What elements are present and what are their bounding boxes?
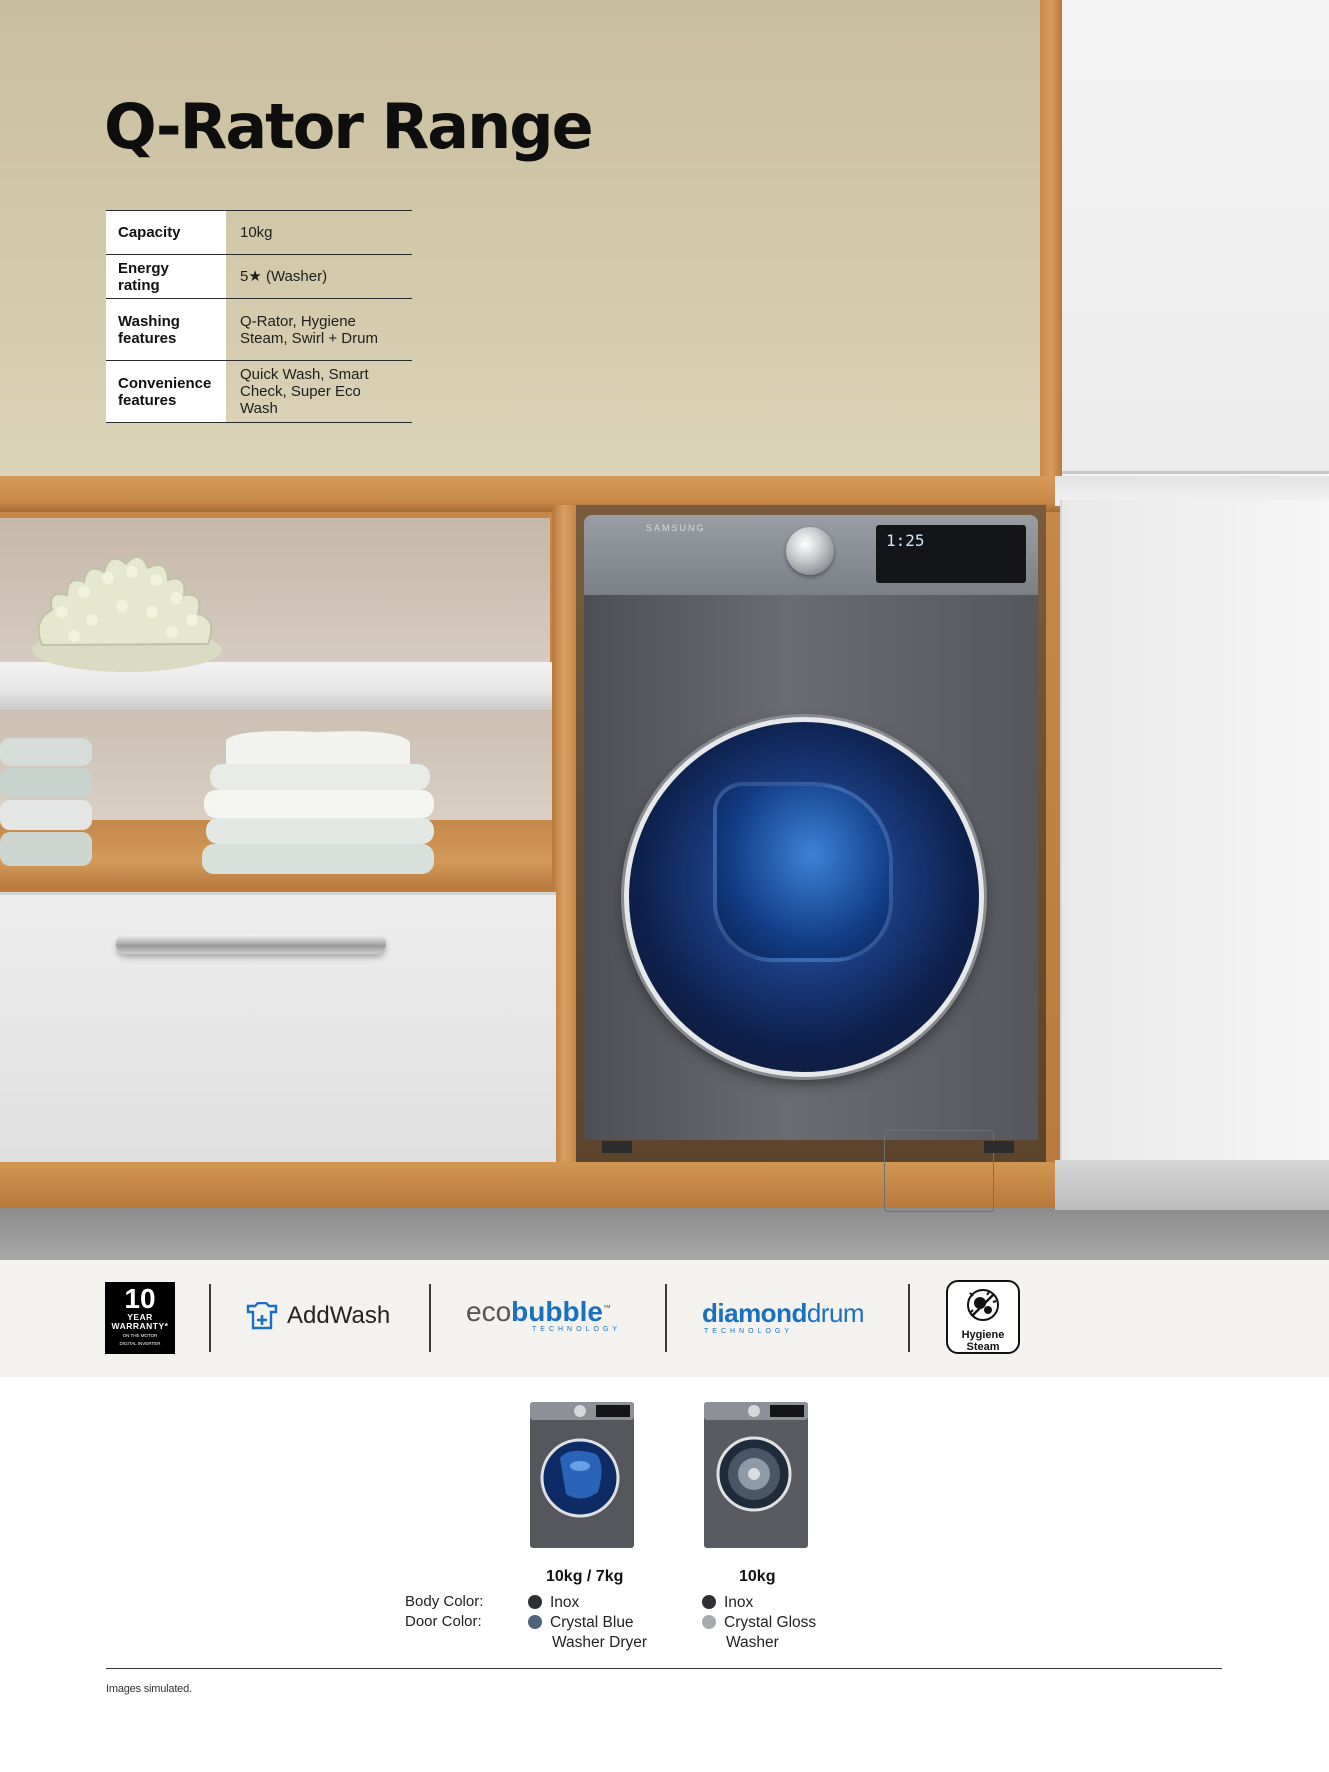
spec-label: Capacity bbox=[106, 210, 226, 255]
trademark: ™ bbox=[602, 1303, 611, 1313]
display-time: 1:25 bbox=[886, 531, 925, 550]
upper-cabinet-door bbox=[1060, 0, 1329, 474]
hygiene-steam-badge: Hygiene Steam bbox=[946, 1280, 1020, 1354]
ecobubble-logo: ecobubble™ TECHNOLOGY bbox=[466, 1296, 621, 1333]
washer-display: 1:25 bbox=[876, 525, 1026, 583]
washer-foot bbox=[602, 1141, 632, 1153]
diamonddrum-sub: TECHNOLOGY bbox=[704, 1328, 794, 1335]
page-title: Q-Rator Range bbox=[104, 90, 594, 163]
washer-control-panel: SAMSUNG 1:25 bbox=[584, 515, 1038, 595]
spec-label: Convenience features bbox=[106, 360, 226, 423]
spec-row: Energy rating 5★ (Washer) bbox=[106, 254, 412, 299]
separator bbox=[209, 1284, 211, 1352]
addwash-label: AddWash bbox=[287, 1302, 391, 1329]
body-color-value: Inox bbox=[550, 1594, 580, 1611]
spec-label: Energy rating bbox=[106, 254, 226, 299]
diamonddrum-logo: diamonddrum TECHNOLOGY bbox=[702, 1298, 865, 1335]
washer-thumbnail bbox=[704, 1402, 808, 1548]
door-color-option: Crystal Blue bbox=[528, 1613, 634, 1633]
filter-cover bbox=[884, 1130, 994, 1212]
door-color-value: Crystal Blue bbox=[550, 1614, 634, 1631]
washer-door bbox=[624, 717, 984, 1077]
floor bbox=[0, 1208, 1329, 1260]
body-color-option: Inox bbox=[528, 1593, 579, 1613]
program-dial bbox=[786, 527, 834, 575]
hygiene-label: Steam bbox=[966, 1341, 1000, 1353]
spec-row: Washing features Q-Rator, Hygiene Steam,… bbox=[106, 298, 412, 361]
body-color-label: Body Color: bbox=[405, 1593, 484, 1610]
wood-frame-upper bbox=[1040, 0, 1062, 490]
hero-image: SAMSUNG 1:25 Q-Rator Range Capacity 10kg… bbox=[0, 0, 1329, 1260]
spec-value: Q-Rator, Hygiene Steam, Swirl + Drum bbox=[226, 298, 412, 361]
washer-brand: SAMSUNG bbox=[646, 523, 706, 533]
product-type: Washer Dryer bbox=[552, 1634, 648, 1651]
washer-body bbox=[584, 595, 1038, 1212]
warranty-note: ON THE MOTOR bbox=[122, 1333, 158, 1338]
warranty-note: DIGITAL INVERTER bbox=[119, 1341, 161, 1346]
spec-row: Capacity 10kg bbox=[106, 210, 412, 255]
ecobubble-sub: TECHNOLOGY bbox=[532, 1326, 622, 1333]
door-color-label: Door Color: bbox=[405, 1613, 482, 1630]
separator bbox=[429, 1284, 431, 1352]
drawer bbox=[0, 892, 556, 1162]
washer-dryer-thumbnail bbox=[530, 1402, 634, 1548]
towels-left bbox=[0, 738, 92, 866]
body-color-value: Inox bbox=[724, 1594, 754, 1611]
color-swatch bbox=[528, 1615, 542, 1629]
right-cabinet-door bbox=[1060, 500, 1329, 1165]
warranty-badge: 10 YEAR WARRANTY* ON THE MOTOR DIGITAL I… bbox=[105, 1282, 175, 1354]
spec-row: Convenience features Quick Wash, Smart C… bbox=[106, 360, 412, 423]
hygiene-label: Hygiene bbox=[961, 1329, 1005, 1341]
drawer-handle bbox=[116, 934, 386, 954]
separator bbox=[665, 1284, 667, 1352]
body-color-option: Inox bbox=[702, 1593, 753, 1613]
door-color-option: Crystal Gloss bbox=[702, 1613, 816, 1633]
warranty-line: WARRANTY* bbox=[111, 1321, 169, 1331]
ecobubble-prefix: eco bbox=[466, 1296, 512, 1327]
addwash-door bbox=[713, 782, 893, 962]
spec-label: Washing features bbox=[106, 298, 226, 361]
color-swatch bbox=[702, 1615, 716, 1629]
footer-rule bbox=[106, 1668, 1222, 1669]
germ-crossed-icon bbox=[967, 1289, 999, 1321]
diamonddrum-brand: drum bbox=[806, 1298, 865, 1328]
warranty-years: 10 bbox=[124, 1283, 156, 1314]
floor-right bbox=[1055, 1160, 1329, 1210]
towels-right bbox=[202, 731, 434, 874]
addwash-logo: AddWash bbox=[245, 1302, 390, 1330]
separator bbox=[908, 1284, 910, 1352]
spec-value: Quick Wash, Smart Check, Super Eco Wash bbox=[226, 360, 412, 423]
door-color-value: Crystal Gloss bbox=[724, 1614, 817, 1631]
feature-band: 10 YEAR WARRANTY* ON THE MOTOR DIGITAL I… bbox=[0, 1260, 1329, 1377]
diamonddrum-prefix: diamond bbox=[702, 1298, 807, 1328]
product-capacity: 10kg / 7kg bbox=[546, 1568, 624, 1585]
washer-foot bbox=[984, 1141, 1014, 1153]
product-capacity: 10kg bbox=[739, 1568, 776, 1585]
color-swatch bbox=[702, 1595, 716, 1609]
footnote: Images simulated. bbox=[106, 1683, 192, 1695]
spec-value: 5★ (Washer) bbox=[226, 254, 412, 299]
ecobubble-brand: bubble bbox=[511, 1296, 603, 1327]
addwash-icon bbox=[246, 1302, 278, 1330]
spec-table: Capacity 10kg Energy rating 5★ (Washer) … bbox=[106, 210, 412, 423]
product-type: Washer bbox=[726, 1634, 779, 1651]
spec-value: 10kg bbox=[226, 210, 412, 255]
hero-washer: SAMSUNG 1:25 bbox=[584, 515, 1038, 1212]
coral-decoration bbox=[32, 556, 222, 672]
color-swatch bbox=[528, 1595, 542, 1609]
